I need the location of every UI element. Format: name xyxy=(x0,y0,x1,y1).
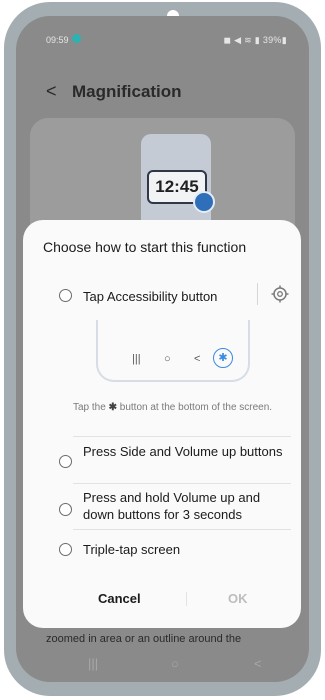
separator xyxy=(73,529,291,530)
demo-home-icon: ○ xyxy=(164,353,171,365)
cancel-button[interactable]: Cancel xyxy=(98,591,141,606)
separator xyxy=(73,483,291,484)
radio-tap-accessibility-button[interactable] xyxy=(59,289,72,302)
start-function-dialog: Choose how to start this function Tap Ac… xyxy=(23,220,301,628)
button-divider xyxy=(186,592,187,606)
demo-recent-icon: ||| xyxy=(132,353,141,365)
magnifier-dot-icon xyxy=(193,191,215,213)
notification-icon xyxy=(72,34,81,43)
status-bar: 09:59 ◼ ◀ ≋ ▮ 39%▮ xyxy=(16,16,309,64)
separator xyxy=(73,436,291,437)
navigation-bar-illustration: ||| ○ < ✱ xyxy=(96,320,250,382)
hint-prefix: Tap the xyxy=(73,402,106,413)
status-time: 09:59 xyxy=(46,35,69,45)
background-description: zoomed in area or an outline around the xyxy=(46,633,242,645)
page-title: Magnification xyxy=(72,82,182,101)
demo-back-icon: < xyxy=(194,353,201,365)
option-divider xyxy=(257,283,258,305)
home-button[interactable]: ○ xyxy=(171,656,179,671)
radio-triple-tap-screen[interactable] xyxy=(59,543,72,556)
option-label-triple-tap-screen[interactable]: Triple-tap screen xyxy=(83,541,180,558)
app-bar: < Magnification xyxy=(16,76,309,110)
gear-icon[interactable] xyxy=(270,284,290,304)
accessibility-hint: Tap the ✱ button at the bottom of the sc… xyxy=(73,401,295,414)
option-label-side-volume-up[interactable]: Press Side and Volume up buttons xyxy=(83,443,283,460)
navigation-bar: ||| ○ < xyxy=(16,652,309,682)
radio-hold-volume-buttons[interactable] xyxy=(59,503,72,516)
accessibility-person-icon: ✱ xyxy=(108,402,117,413)
back-button[interactable]: < xyxy=(46,81,57,102)
accessibility-icon: ✱ xyxy=(213,348,233,368)
hint-suffix: button at the bottom of the screen. xyxy=(119,402,273,413)
option-label-tap-accessibility-button[interactable]: Tap Accessibility button xyxy=(83,288,217,305)
ok-button[interactable]: OK xyxy=(228,591,248,606)
recent-apps-button[interactable]: ||| xyxy=(88,656,98,671)
dialog-title: Choose how to start this function xyxy=(43,239,247,255)
nav-back-button[interactable]: < xyxy=(254,656,262,671)
status-icons: ◼ ◀ ≋ ▮ 39%▮ xyxy=(223,35,287,45)
option-label-hold-volume-buttons[interactable]: Press and hold Volume up and down button… xyxy=(83,489,293,523)
radio-side-volume-up[interactable] xyxy=(59,455,72,468)
